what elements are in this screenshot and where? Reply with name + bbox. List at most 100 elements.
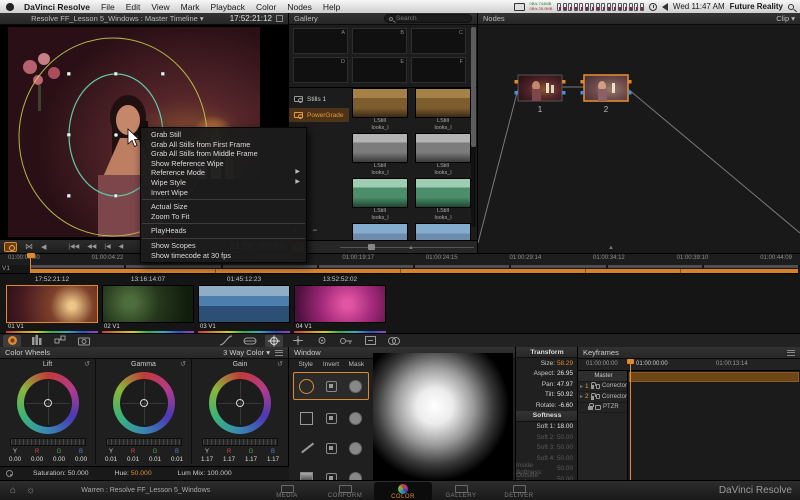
menu-item-grab-all-middle[interactable]: Grab All Stills from Middle Frame [141,149,306,159]
soft3-field[interactable]: Soft 3: 50.00 [516,443,577,454]
node-graph[interactable]: 1 2 [477,25,800,253]
menu-item-playheads[interactable]: PlayHeads [141,226,306,236]
gallery-still[interactable]: LStill looks_l [352,133,408,176]
gear-icon[interactable]: ☼ [26,485,35,496]
timeline-selector[interactable]: Resolve FF_Lesson 5_Windows : Master Tim… [31,14,204,23]
window-shape-polygon-row[interactable] [293,434,369,462]
gamma-color-wheel[interactable] [113,372,175,434]
soft1-field[interactable]: Soft 1: 18.00 [516,422,577,433]
menubar-clock[interactable]: Wed 11:47 AM [673,2,725,11]
skip-start-button[interactable]: |◀◀ [68,243,79,250]
clip-thumbnail-4[interactable]: 13:52:52:02 04 V1 [294,276,386,333]
gallery-still[interactable]: LStill looks_l [352,178,408,221]
tab-conform[interactable]: CONFORM [316,484,374,499]
home-icon[interactable]: ⌂ [10,485,16,496]
menu-file[interactable]: File [101,2,115,12]
album-powergrade[interactable]: PowerGrade [289,108,349,122]
gallery-slot[interactable]: C [411,28,466,54]
gallery-slot[interactable]: A [293,28,348,54]
rgb-mixer-icon[interactable] [27,335,45,347]
track-corrector-2[interactable]: ▸ 2 Corrector [578,392,627,403]
spotlight-search-icon[interactable] [788,3,794,10]
qualifier-icon[interactable] [241,335,259,347]
lock-icon[interactable] [590,382,597,390]
menu-nodes[interactable]: Nodes [287,2,312,12]
reset-icon[interactable]: ↺ [277,360,283,368]
clip-thumbnail-2[interactable]: 13:16:14:07 02 V1 [102,276,194,333]
stereo-icon[interactable] [385,335,403,347]
rewind-button[interactable]: ◀◀ [87,243,96,250]
gain-color-wheel[interactable] [209,372,271,434]
clip-thumbnail-1[interactable]: 17:52:21:12 01 V1 [6,276,98,333]
gallery-slot[interactable]: E [352,57,407,83]
tilt-field[interactable]: Tilt: 50.92 [516,390,577,401]
timeline-playhead[interactable] [26,253,35,273]
gallery-still[interactable]: LStill looks_l [415,178,471,221]
window-shape-circle-row[interactable] [293,372,369,400]
soft2-field[interactable]: Soft 2: 50.00 [516,432,577,443]
menu-item-reference-mode[interactable]: Reference Mode ▶ [141,168,306,178]
gallery-slot[interactable]: B [352,28,407,54]
menu-color[interactable]: Color [256,2,276,12]
invert-icon[interactable] [325,412,337,424]
sizing-icon[interactable] [361,335,379,347]
panel-resize-handle[interactable]: ▲ [408,245,414,251]
track-corrector-1[interactable]: ▸ 1 Corrector [578,382,627,392]
grab-still-icon[interactable] [4,241,17,252]
menu-playback[interactable]: Playback [211,2,246,12]
node-mode-selector[interactable]: Clip ▾ [776,14,795,23]
gallery-search[interactable]: Search [384,14,472,23]
key-icon[interactable] [337,335,355,347]
panel-menu-icon[interactable] [787,349,795,356]
mask-icon[interactable] [349,441,363,455]
lift-master-wheel[interactable] [10,438,86,446]
wheel-mode-selector[interactable]: 3 Way Color ▾ [223,348,270,357]
mask-icon[interactable] [349,411,363,425]
lift-color-wheel[interactable] [17,372,79,434]
invert-icon[interactable] [325,380,337,392]
gallery-still[interactable]: LStill looks_l [415,133,471,176]
window-shape-gradient-row[interactable] [293,464,369,480]
disclosure-icon[interactable]: ▸ [580,383,583,390]
time-machine-icon[interactable] [648,2,657,11]
reset-icon[interactable]: ↺ [180,360,186,368]
window-shape-square-row[interactable] [293,404,369,432]
menu-item-show-timecode-30fps[interactable]: Show timecode at 30 fps [141,251,306,261]
blur-icon[interactable] [313,335,331,347]
panel-resize-handle[interactable]: ▲ [608,245,614,251]
tab-gallery[interactable]: GALLERY [432,484,490,499]
expand-viewer-icon[interactable] [275,15,283,22]
gallery-scrollbar[interactable] [471,27,476,227]
tab-media[interactable]: MEDIA [258,484,316,499]
remove-button[interactable]: − [312,225,317,235]
clip-thumbnail-3[interactable]: 01:45:12:23 03 V1 [198,276,290,333]
step-back-button[interactable]: |◀ [104,243,110,250]
menu-item-grab-still[interactable]: Grab Still [141,130,306,140]
node-2-selected[interactable]: 2 [580,74,632,114]
hue-field[interactable]: Hue: 50.000 [115,470,152,477]
dial-icon[interactable] [6,470,13,477]
disclosure-icon[interactable]: ▸ [580,393,583,400]
menu-item-show-reference-wipe[interactable]: Show Reference Wipe [141,159,306,169]
gallery-slot[interactable]: F [411,57,466,83]
invert-icon[interactable] [325,472,337,480]
saturation-field[interactable]: Saturation: 50.000 [33,470,89,477]
tracker-icon[interactable] [289,335,307,347]
menu-help[interactable]: Help [323,2,340,12]
power-window-icon[interactable] [265,334,283,347]
gallery-slot[interactable]: D [293,57,348,83]
timeline-ruler[interactable]: 01:00:00:0001:00:04:22 01:00:09:2101:00:… [0,253,800,265]
album-stills-1[interactable]: Stills 1 [289,92,349,106]
menubar-user[interactable]: Future Reality [730,2,783,11]
lum-mix-field[interactable]: Lum Mix: 100.000 [178,470,232,477]
apple-logo-icon[interactable] [6,2,14,11]
audio-mute-icon[interactable]: ◀ [41,243,46,251]
menu-item-grab-all-first[interactable]: Grab All Stills from First Frame [141,140,306,150]
thumbnail-size-slider[interactable] [340,244,474,250]
track-ptzr[interactable]: PTZR [578,403,627,413]
panel-menu-icon[interactable] [275,349,283,356]
tab-deliver[interactable]: DELIVER [490,484,548,499]
node-1[interactable]: 1 [514,74,566,114]
pan-field[interactable]: Pan: 47.97 [516,379,577,390]
menu-view[interactable]: View [151,2,169,12]
